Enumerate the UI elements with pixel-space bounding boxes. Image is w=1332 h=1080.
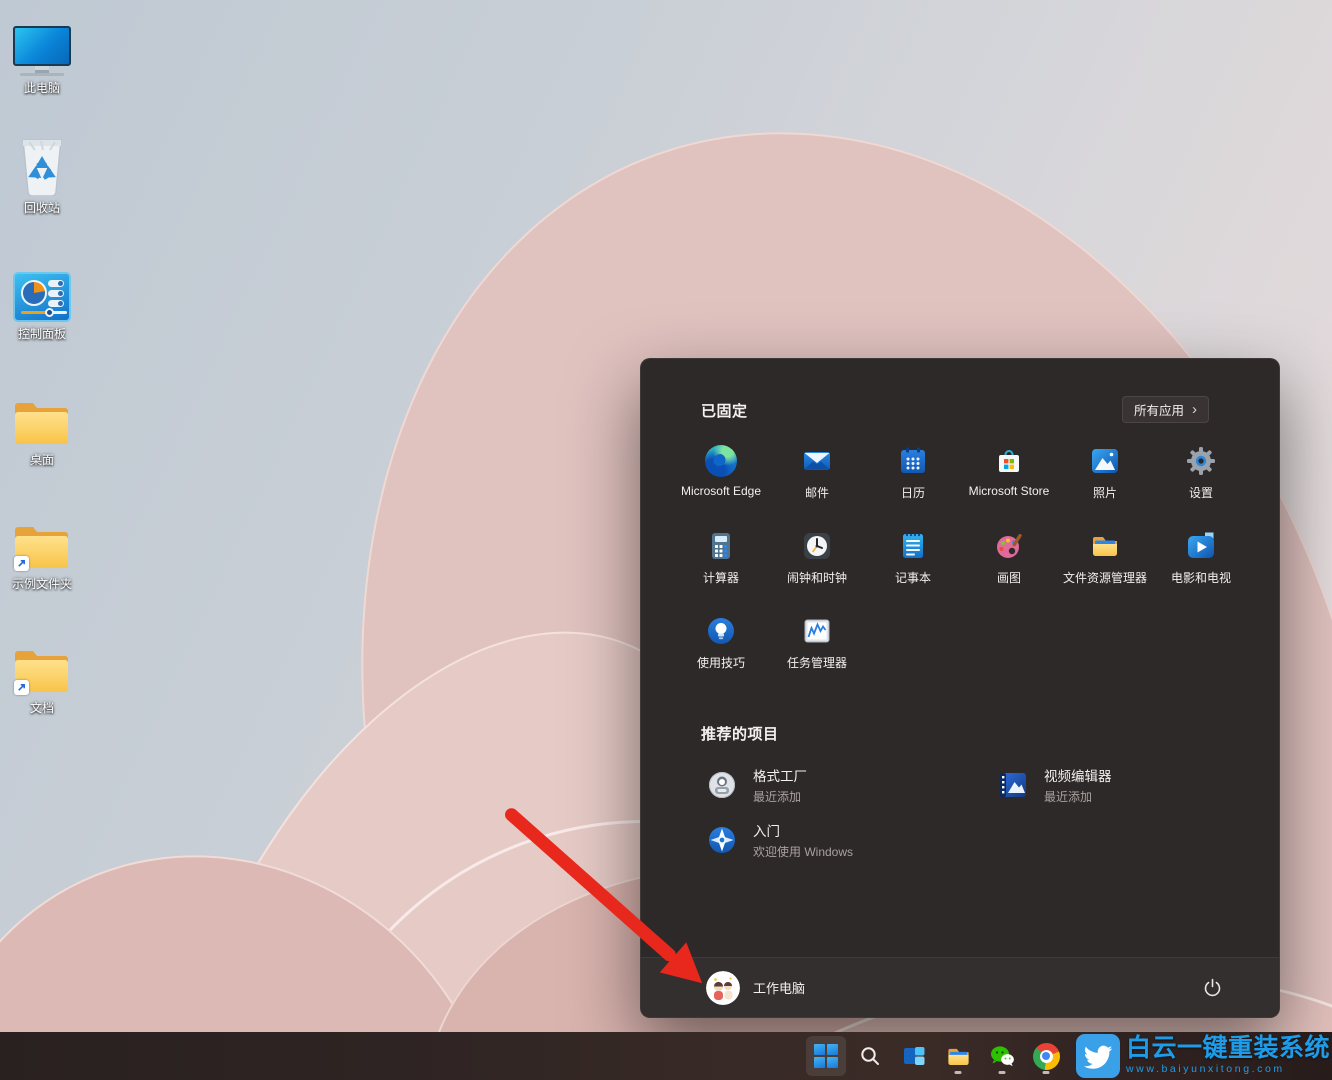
recommended-title: 格式工厂 (753, 765, 807, 785)
settings-gear-icon (1185, 445, 1217, 477)
mail-icon (801, 445, 833, 477)
folder-shortcut-icon (13, 506, 71, 572)
desktop-icon-label: 此电脑 (24, 82, 60, 96)
recycle-bin-icon (15, 130, 69, 196)
all-apps-label: 所有应用 (1134, 400, 1184, 419)
start-menu-panel: 已固定 所有应用 › Microsoft Edge 邮件 日历 (640, 358, 1280, 1018)
recommended-title: 入门 (753, 820, 853, 840)
recommended-item-format-factory[interactable]: 格式工厂 最近添加 (699, 757, 981, 813)
start-button[interactable] (806, 1036, 846, 1076)
pinned-app-mail[interactable]: 邮件 (769, 439, 865, 524)
desktop-icon-label: 桌面 (30, 454, 54, 468)
user-avatar (706, 971, 740, 1005)
shortcut-arrow-icon (14, 556, 29, 571)
desktop-icon-this-pc[interactable]: 此电脑 (2, 10, 82, 96)
pinned-app-photos[interactable]: 照片 (1057, 439, 1153, 524)
pinned-app-paint[interactable]: 画图 (961, 524, 1057, 609)
chevron-right-icon: › (1192, 402, 1197, 417)
taskbar: 白云一键重装系统 www.baiyunxitong.com (0, 1032, 1332, 1080)
pinned-app-store[interactable]: Microsoft Store (961, 439, 1057, 524)
pinned-app-settings[interactable]: 设置 (1153, 439, 1249, 524)
desktop-icon-label: 控制面板 (18, 328, 66, 342)
wechat-button[interactable] (982, 1036, 1022, 1076)
pinned-app-movies-tv[interactable]: 电影和电视 (1153, 524, 1249, 609)
pinned-app-alarms[interactable]: 闹钟和时钟 (769, 524, 865, 609)
task-view-icon (901, 1043, 927, 1069)
file-explorer-icon (945, 1043, 972, 1070)
recommended-subtitle: 欢迎使用 Windows (753, 843, 853, 860)
recommended-subtitle: 最近添加 (753, 788, 807, 805)
power-button[interactable] (1191, 967, 1233, 1009)
pinned-app-edge[interactable]: Microsoft Edge (673, 439, 769, 524)
paint-palette-icon (993, 530, 1025, 562)
start-menu-footer: 工作电脑 (641, 957, 1279, 1017)
recommended-item-video-editor[interactable]: 视频编辑器 最近添加 (990, 757, 1272, 813)
recommended-item-get-started[interactable]: 入门 欢迎使用 Windows (699, 812, 981, 868)
desktop-icon-label: 示例文件夹 (12, 578, 72, 592)
alarm-clock-icon (801, 530, 833, 562)
video-editor-icon (997, 769, 1029, 801)
search-button[interactable] (850, 1036, 890, 1076)
desktop-icon-desktop-folder[interactable]: 桌面 (2, 382, 82, 468)
pinned-section-header: 已固定 (701, 400, 748, 421)
shortcut-arrow-icon (14, 680, 29, 695)
file-explorer-button[interactable] (938, 1036, 978, 1076)
edge-icon (705, 445, 737, 477)
watermark-title: 白云一键重装系统 (1126, 1036, 1330, 1061)
desktop: 此电脑 回收站 (0, 0, 1332, 1080)
pinned-app-calendar[interactable]: 日历 (865, 439, 961, 524)
folder-icon (13, 382, 71, 448)
power-icon (1203, 978, 1222, 997)
desktop-icon-label: 文档 (30, 702, 54, 716)
format-factory-icon (706, 769, 738, 801)
recommended-title: 视频编辑器 (1044, 765, 1112, 785)
this-pc-icon (13, 10, 71, 76)
chrome-icon (1033, 1043, 1060, 1070)
taskbar-icon-row (806, 1036, 1066, 1076)
desktop-icon-recycle-bin[interactable]: 回收站 (2, 130, 82, 216)
start-windows-icon (814, 1044, 838, 1068)
calendar-icon (897, 445, 929, 477)
task-view-button[interactable] (894, 1036, 934, 1076)
desktop-icon-sample-folder[interactable]: 示例文件夹 (2, 506, 82, 592)
wechat-icon (989, 1043, 1016, 1070)
watermark-url: www.baiyunxitong.com (1126, 1064, 1285, 1075)
pinned-app-task-manager[interactable]: 任务管理器 (769, 609, 865, 694)
folder-shortcut-icon (13, 630, 71, 696)
watermark: 白云一键重装系统 www.baiyunxitong.com (1076, 1032, 1330, 1079)
file-explorer-icon (1089, 530, 1121, 562)
desktop-icon-control-panel[interactable]: 控制面板 (2, 256, 82, 342)
desktop-icon-label: 回收站 (24, 202, 60, 216)
store-icon (993, 445, 1025, 477)
recommended-section-header: 推荐的项目 (701, 723, 779, 744)
pinned-app-file-explorer[interactable]: 文件资源管理器 (1057, 524, 1153, 609)
pinned-app-notepad[interactable]: 记事本 (865, 524, 961, 609)
pinned-app-tips[interactable]: 使用技巧 (673, 609, 769, 694)
task-manager-icon (801, 615, 833, 647)
movies-tv-icon (1185, 530, 1217, 562)
pinned-app-calculator[interactable]: 计算器 (673, 524, 769, 609)
desktop-icon-documents-folder[interactable]: 文档 (2, 630, 82, 716)
user-name-label: 工作电脑 (753, 978, 805, 997)
tips-bulb-icon (705, 615, 737, 647)
notepad-icon (897, 530, 929, 562)
bird-logo-icon (1076, 1034, 1120, 1078)
calculator-icon (705, 530, 737, 562)
pinned-apps-grid: Microsoft Edge 邮件 日历 Microsoft Store (673, 439, 1251, 694)
control-panel-icon (13, 256, 71, 322)
search-icon (858, 1044, 882, 1068)
all-apps-button[interactable]: 所有应用 › (1122, 396, 1209, 423)
get-started-icon (706, 824, 738, 856)
photos-icon (1089, 445, 1121, 477)
recommended-subtitle: 最近添加 (1044, 788, 1112, 805)
user-account-button[interactable]: 工作电脑 (698, 966, 813, 1010)
chrome-button[interactable] (1026, 1036, 1066, 1076)
